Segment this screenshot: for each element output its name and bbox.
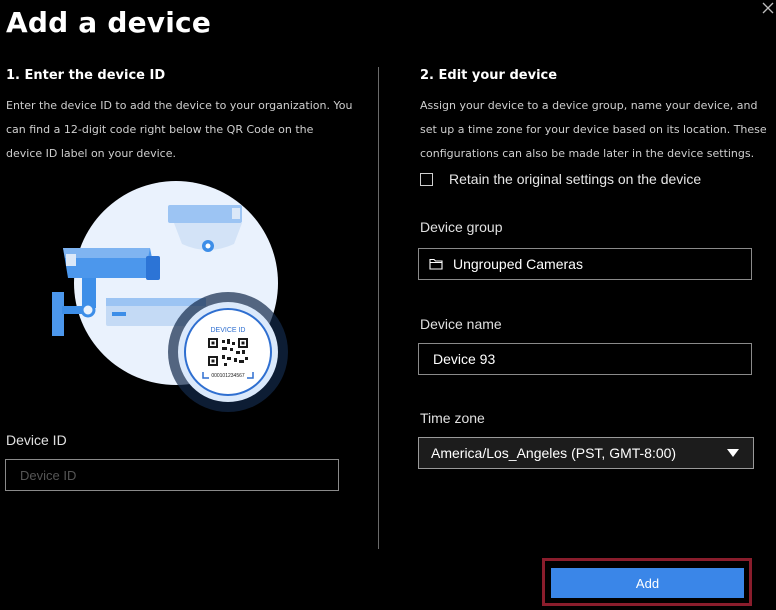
device-group-select[interactable]: Ungrouped Cameras: [418, 248, 752, 280]
description-line: Assign your device to a device group, na…: [420, 99, 758, 112]
close-icon[interactable]: [760, 0, 776, 16]
device-id-code-text: 000101234567: [211, 373, 245, 379]
device-name-input[interactable]: Device 93: [418, 343, 752, 375]
retain-settings-label: Retain the original settings on the devi…: [449, 171, 702, 187]
device-group-value: Ungrouped Cameras: [453, 256, 583, 272]
description-line: device ID label on your device.: [6, 147, 176, 160]
device-name-label: Device name: [420, 316, 502, 332]
device-id-tag-text: DEVICE ID: [210, 327, 245, 334]
description-line: Enter the device ID to add the device to…: [6, 99, 353, 112]
retain-settings-row[interactable]: Retain the original settings on the devi…: [420, 170, 701, 188]
add-button[interactable]: Add: [551, 568, 744, 598]
enter-device-id-description: Enter the device ID to add the device to…: [6, 94, 352, 166]
camera-illustration: DEVICE ID 000101234567: [52, 181, 288, 412]
column-divider: [378, 67, 379, 549]
qr-code-icon: [206, 337, 250, 367]
time-zone-select[interactable]: America/Los_Angeles (PST, GMT-8:00): [418, 437, 754, 469]
add-device-dialog: Add a device 1. Enter the device ID Ente…: [0, 0, 776, 610]
dialog-title: Add a device: [6, 6, 212, 39]
retain-settings-checkbox[interactable]: [420, 172, 433, 186]
folder-icon: [429, 258, 443, 270]
device-group-label: Device group: [420, 219, 503, 235]
description-line: set up a time zone for your device based…: [420, 123, 767, 136]
description-line: configurations can also be made later in…: [420, 147, 755, 160]
enter-device-id-heading: 1. Enter the device ID: [6, 68, 166, 83]
description-line: can find a 12-digit code right below the…: [6, 123, 314, 136]
device-id-input[interactable]: [5, 459, 339, 491]
edit-device-description: Assign your device to a device group, na…: [420, 94, 767, 166]
dropdown-arrow-icon: [727, 449, 739, 457]
device-name-value: Device 93: [433, 351, 496, 367]
device-id-label: Device ID: [6, 432, 67, 448]
edit-device-heading: 2. Edit your device: [420, 68, 558, 83]
time-zone-label: Time zone: [420, 410, 485, 426]
time-zone-value: America/Los_Angeles (PST, GMT-8:00): [431, 445, 677, 461]
